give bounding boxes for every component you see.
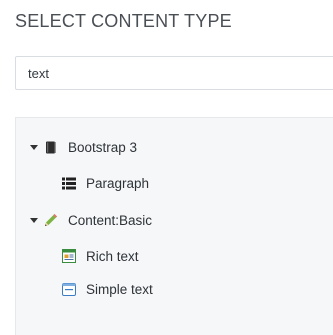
rich-text-icon <box>62 249 76 263</box>
select-content-type-panel: SELECT CONTENT TYPE Bootstrap 3 <box>0 0 333 335</box>
tree-group-label: Bootstrap 3 <box>68 139 138 155</box>
tree-item-label: Rich text <box>86 248 139 264</box>
content-type-tree: Bootstrap 3 Paragraph Content:Basic Rich… <box>15 117 333 335</box>
search-input[interactable] <box>15 56 333 90</box>
tree-group-bootstrap-3[interactable]: Bootstrap 3 <box>30 137 137 157</box>
simple-text-icon <box>62 282 76 296</box>
tree-group-label: Content:Basic <box>68 212 153 228</box>
dialog-heading: SELECT CONTENT TYPE <box>15 11 232 31</box>
tree-item-label: Paragraph <box>86 175 150 191</box>
tree-group-content-basic[interactable]: Content:Basic <box>30 210 152 230</box>
caret-down-icon[interactable] <box>30 217 38 223</box>
tree-item-paragraph[interactable]: Paragraph <box>62 173 149 193</box>
tree-item-rich-text[interactable]: Rich text <box>62 246 139 266</box>
paragraph-icon <box>62 176 76 190</box>
caret-down-icon[interactable] <box>30 144 38 150</box>
book-icon <box>44 140 58 154</box>
pencil-icon <box>44 213 58 227</box>
tree-item-label: Simple text <box>86 281 153 297</box>
tree-item-simple-text[interactable]: Simple text <box>62 279 153 299</box>
